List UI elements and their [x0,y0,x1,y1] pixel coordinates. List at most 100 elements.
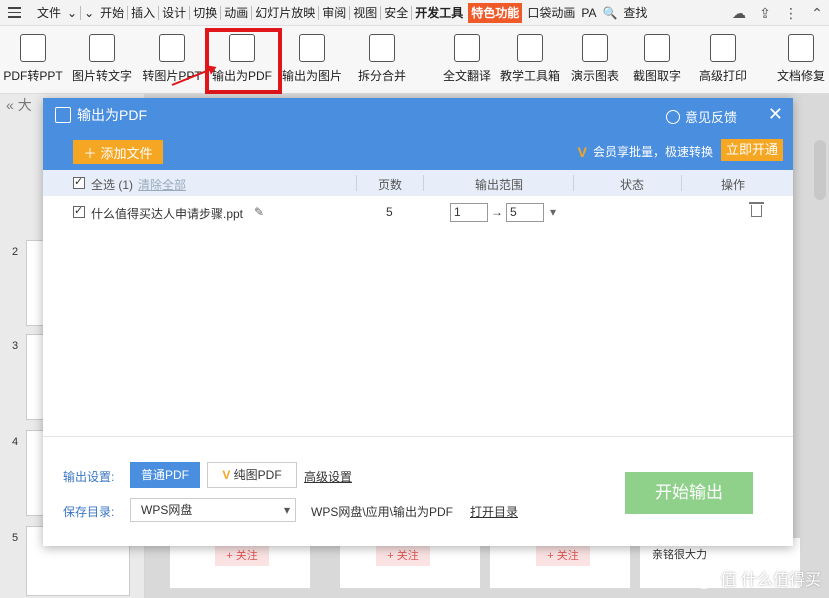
watermark-text: 值 什么值得买 [720,572,821,589]
divider [43,436,793,437]
advanced-print-label: 高级打印 [698,69,747,83]
tab-review[interactable]: 审阅 [319,0,349,26]
watermark: 值 什么值得买 [692,566,821,590]
tab-view[interactable]: 视图 [350,0,380,26]
col-action: 操作 [721,178,746,192]
split-merge-label: 拆分合并 [357,69,406,83]
printer-icon [710,34,736,62]
range-from-input[interactable]: 1 [450,203,488,222]
chevron-down-icon[interactable]: ▾ [550,205,556,219]
slide-thumbnail-4[interactable] [26,430,44,516]
col-output-range: 输出范围 [475,178,524,192]
chevron-down-icon[interactable]: ⌄ [81,0,97,26]
split-merge-button[interactable]: 拆分合并 [350,32,414,88]
tab-pocket-animation[interactable]: 口袋动画 [524,0,578,26]
chevron-down-icon[interactable]: ⌄ [64,0,80,26]
pdf-to-ppt-label: PDF转PPT [3,69,63,83]
tab-design[interactable]: 设计 [159,0,189,26]
save-directory-label: 保存目录: [63,505,115,519]
more-icon[interactable]: ⋮ [783,5,799,21]
trash-icon[interactable] [749,202,764,217]
dialog-title-bar: 输出为PDF 意见反馈 ✕ [43,98,793,132]
slide-number: 2 [12,246,19,258]
follow-button: + 关注 [376,546,430,566]
range-to-input[interactable]: 5 [506,203,544,222]
export-image-icon [299,34,325,62]
col-pages: 页数 [378,178,403,192]
pure-pdf-label: 纯图PDF [233,468,282,482]
tab-special-features[interactable]: 特色功能 [468,2,523,23]
document-repair-label: 文档修复 [776,69,825,83]
slide-thumbnail-3[interactable] [26,334,44,420]
pure-image-pdf-option[interactable]: V 纯图PDF [207,462,297,488]
divider [356,175,357,191]
start-export-button[interactable]: 开始输出 [625,472,753,514]
teaching-toolbox-icon [517,34,543,62]
search-icon[interactable]: 🔍 [599,0,620,26]
add-file-label: 添加文件 [100,145,153,161]
teaching-toolbox-label: 教学工具箱 [499,69,560,83]
search-button[interactable]: 查找 [620,0,650,26]
tab-home[interactable]: 开始 [97,0,127,26]
translate-button[interactable]: 全文翻译 [438,32,496,88]
collapse-icon[interactable]: ⌃ [809,5,825,21]
output-settings-label: 输出设置: [63,470,115,484]
advanced-settings-link[interactable]: 高级设置 [304,468,352,485]
document-repair-button[interactable]: 文档修复 [774,32,828,88]
clear-all-link[interactable]: 清除全部 [138,176,186,193]
plus-icon: ＋ [83,145,97,161]
share-icon[interactable]: ⇪ [757,5,773,21]
image-ppt-button[interactable]: 转图片PPT [141,32,203,88]
tab-slideshow[interactable]: 幻灯片放映 [252,0,318,26]
image-to-text-icon [89,34,115,62]
file-checkbox[interactable] [73,204,85,219]
normal-pdf-option[interactable]: 普通PDF [130,462,200,488]
vip-text: 会员享批量，极速转换 [592,145,713,159]
file-menu[interactable]: 文件 [34,0,64,26]
panel-label: 大 [17,97,32,113]
close-icon[interactable]: ✕ [768,104,783,125]
tab-pa[interactable]: PA [578,0,599,26]
slide-thumbnail-2[interactable] [26,240,44,326]
pdf-to-ppt-icon [20,34,46,62]
scrollbar[interactable] [814,140,826,200]
tab-transition[interactable]: 切换 [190,0,220,26]
vip-icon: V [222,468,231,482]
save-directory-select[interactable]: WPS网盘 [130,498,296,522]
follow-button: + 关注 [215,546,269,566]
teaching-toolbox-button[interactable]: 教学工具箱 [498,32,562,88]
advanced-print-button[interactable]: 高级打印 [696,32,750,88]
screenshot-ocr-button[interactable]: 截图取字 [628,32,686,88]
image-to-text-label: 图片转文字 [71,69,132,83]
open-directory-link[interactable]: 打开目录 [470,503,518,520]
document-repair-icon [788,34,814,62]
hamburger-icon[interactable] [8,7,28,18]
cloud-sync-icon[interactable]: ☁ [731,5,747,21]
screenshot-icon [644,34,670,62]
feedback-label: 意见反馈 [684,110,737,125]
presentation-chart-button[interactable]: 演示图表 [568,32,622,88]
edit-icon[interactable]: ✎ [254,205,264,219]
background-username: 亲铭很大力 [652,549,707,561]
open-vip-button[interactable]: 立即开通 [721,139,783,161]
select-all-checkbox[interactable] [73,175,85,190]
file-table-header: 全选 (1) 清除全部 页数 输出范围 状态 操作 [43,170,793,196]
image-to-text-button[interactable]: 图片转文字 [70,32,134,88]
tab-animation[interactable]: 动画 [221,0,251,26]
slide-number: 4 [12,436,19,448]
export-image-button[interactable]: 输出为图片 [280,32,344,88]
feedback-link[interactable]: 意见反馈 [665,107,737,126]
arrow-right-icon: → [491,205,503,219]
tab-developer[interactable]: 开发工具 [412,0,466,26]
chat-icon [665,109,680,124]
presentation-chart-label: 演示图表 [570,69,619,83]
tab-insert[interactable]: 插入 [128,0,158,26]
watermark-logo-icon [692,567,715,589]
page-count: 5 [386,205,393,219]
file-name: 什么值得买达人申请步骤.ppt [91,207,244,221]
export-pdf-dialog: 输出为PDF 意见反馈 ✕ ＋ 添加文件 V 会员享批量，极速转换 立即开通 全… [43,98,793,546]
tab-security[interactable]: 安全 [381,0,411,26]
dialog-title: 输出为PDF [77,107,147,123]
add-file-button[interactable]: ＋ 添加文件 [73,140,163,164]
pdf-to-ppt-button[interactable]: PDF转PPT [3,32,63,88]
